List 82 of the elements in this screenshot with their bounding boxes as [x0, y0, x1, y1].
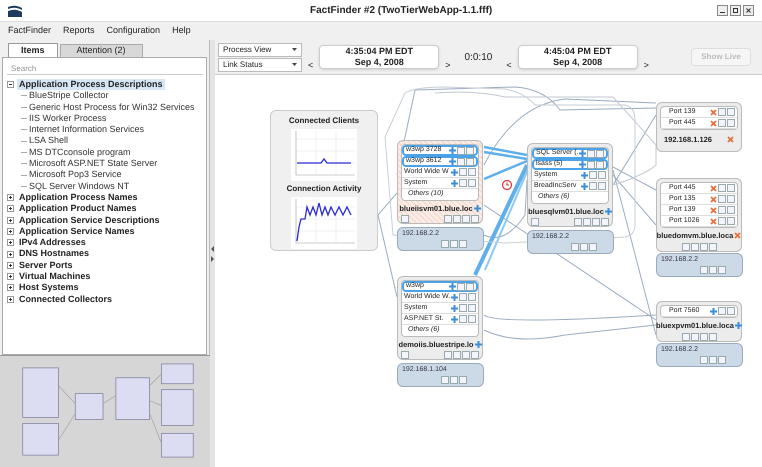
plus-icon[interactable] — [604, 208, 612, 216]
expand-icon[interactable] — [7, 216, 14, 224]
interval-label: 0:0:10 — [464, 50, 492, 64]
chart-title: Connection Activity — [286, 183, 362, 195]
minimap-drawing[interactable] — [0, 355, 210, 467]
previous-button[interactable]: < — [308, 58, 314, 72]
view-dropdown[interactable]: Process View — [218, 42, 302, 56]
expand-arrow-icon[interactable] — [210, 256, 214, 262]
window-title: FactFinder #2 (TwoTierWebApp-1.1.fff) — [310, 4, 492, 18]
plus-icon[interactable] — [451, 168, 458, 176]
tree-item[interactable]: Server Ports — [17, 260, 75, 272]
mini-icon[interactable] — [531, 218, 539, 226]
line-chart-drawing — [291, 197, 357, 249]
plus-icon[interactable] — [451, 180, 458, 186]
tree-item[interactable]: MS DTCconsole program — [29, 146, 131, 158]
tree-item[interactable]: Application Process Names — [17, 192, 140, 204]
collapse-arrow-icon[interactable] — [210, 246, 214, 252]
plus-icon[interactable] — [581, 172, 588, 178]
plus-icon[interactable] — [451, 304, 458, 312]
tree-item[interactable]: IIS Worker Process — [29, 112, 106, 124]
tree-item[interactable]: LSA Shell — [29, 135, 68, 147]
plus-icon[interactable] — [449, 283, 456, 290]
tree-item[interactable]: Microsoft ASP.NET State Server — [29, 158, 158, 170]
clock-icon — [502, 180, 512, 190]
plus-icon[interactable] — [474, 341, 482, 348]
expand-icon[interactable] — [7, 205, 14, 212]
status-dropdown[interactable]: Link Status — [218, 58, 302, 72]
tree-item[interactable]: Application Service Names — [17, 226, 137, 238]
tree-item[interactable]: Application Product Names — [17, 203, 139, 215]
app-logo-icon — [8, 4, 22, 16]
mini-icon[interactable] — [401, 351, 409, 360]
next-button[interactable]: > — [445, 58, 451, 72]
search-field[interactable]: Search — [7, 62, 203, 75]
tree-item[interactable]: BlueStripe Collector — [29, 90, 109, 102]
expand-icon[interactable] — [7, 194, 14, 202]
tab[interactable]: Items — [8, 43, 58, 57]
plus-icon[interactable] — [579, 161, 586, 168]
tree-item[interactable]: Virtual Machines — [17, 271, 92, 282]
tree-item[interactable]: Host Systems — [17, 282, 81, 294]
expand-icon[interactable] — [7, 239, 14, 246]
line-chart-drawing — [291, 129, 357, 181]
plus-icon[interactable] — [710, 308, 717, 314]
plus-icon[interactable] — [449, 147, 456, 154]
plus-icon[interactable] — [581, 182, 588, 190]
plus-icon[interactable] — [451, 316, 458, 322]
tree-item[interactable]: Application Service Descriptions — [17, 214, 162, 226]
menu-item[interactable]: FactFinder — [8, 24, 52, 38]
caret-icon — [292, 48, 297, 51]
expand-icon[interactable] — [7, 273, 14, 280]
maximize-button[interactable] — [730, 5, 741, 16]
tree-item[interactable]: Microsoft Pop3 Service — [29, 169, 122, 181]
menu-item[interactable]: Reports — [63, 24, 95, 38]
mini-icon[interactable] — [401, 215, 409, 224]
plus-icon[interactable] — [474, 205, 481, 212]
plus-icon[interactable] — [734, 322, 742, 330]
tree-item[interactable]: SQL Server Windows NT — [29, 180, 130, 192]
tree-item[interactable]: Connected Collectors — [17, 294, 114, 305]
tree-item[interactable]: Application Process Descriptions — [17, 79, 165, 90]
plus-icon[interactable] — [579, 150, 586, 157]
next-button[interactable]: > — [644, 58, 649, 72]
plus-icon[interactable] — [451, 294, 458, 300]
tab[interactable]: Attention (2) — [60, 44, 143, 57]
expand-icon[interactable] — [7, 228, 14, 235]
expand-icon[interactable] — [7, 296, 14, 303]
previous-button[interactable]: < — [506, 58, 512, 72]
tree-item[interactable]: DNS Hostnames — [17, 248, 92, 260]
menu-item[interactable]: Help — [172, 24, 191, 38]
plus-icon[interactable] — [449, 158, 456, 165]
end-time-button[interactable]: 4:45:04 PM EDT Sep 4, 2008 — [518, 45, 638, 69]
minimize-button[interactable] — [717, 5, 728, 16]
start-time-button[interactable]: 4:35:04 PM EDT Sep 4, 2008 — [319, 45, 440, 69]
expand-icon[interactable] — [7, 284, 14, 292]
close-button[interactable] — [743, 5, 754, 16]
collapse-icon[interactable] — [7, 81, 14, 88]
tree-item[interactable]: Generic Host Process for Win32 Services — [29, 102, 195, 113]
menu-item[interactable]: Configuration — [106, 24, 160, 38]
tree-item[interactable]: Internet Information Services — [29, 124, 144, 136]
expand-icon[interactable] — [7, 262, 14, 269]
chart-title: Connected Clients — [288, 115, 360, 127]
tree-item[interactable]: IPv4 Addresses — [17, 237, 88, 248]
caret-icon — [292, 63, 297, 66]
expand-icon[interactable] — [7, 250, 14, 258]
